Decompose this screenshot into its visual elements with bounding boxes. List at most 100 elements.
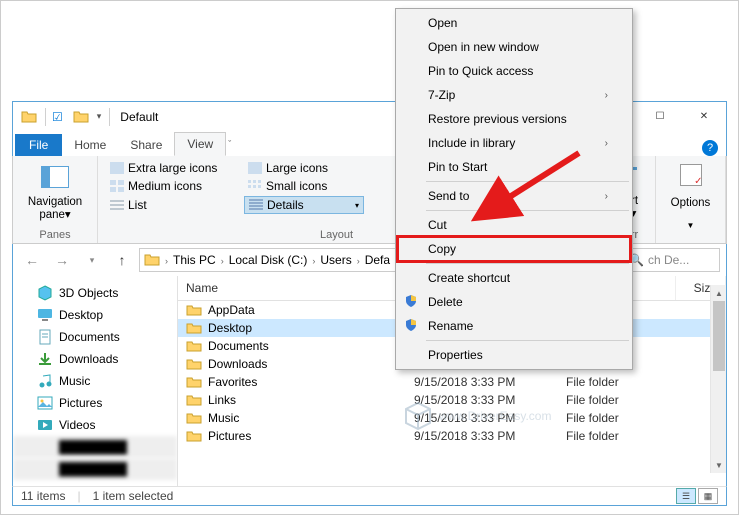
file-date: 9/15/2018 3:33 PM (414, 393, 566, 407)
navigation-pane-button[interactable]: Navigationpane▾ (28, 196, 82, 221)
forward-button[interactable]: → (49, 248, 75, 272)
menu-item-properties[interactable]: Properties (398, 343, 630, 367)
status-bar: 11 items | 1 item selected ☰ ▦ (12, 486, 727, 506)
table-row[interactable]: Music9/15/2018 3:33 PMFile folder (178, 409, 726, 427)
selection-count: 1 item selected (93, 489, 174, 503)
scroll-up[interactable]: ▲ (711, 285, 727, 301)
file-type: File folder (566, 429, 676, 443)
ribbon-collapse[interactable]: ˇ (228, 139, 231, 149)
view-thumbnails-button[interactable]: ▦ (698, 488, 718, 504)
ribbon-options-group: Options ▼ (656, 156, 726, 243)
menu-item-include-in-library[interactable]: Include in library› (398, 131, 630, 155)
sidebar-item[interactable]: Music (13, 370, 177, 392)
layout-medium[interactable]: Medium icons (106, 178, 236, 194)
layout-extra-large[interactable]: Extra large icons (106, 160, 236, 176)
table-row[interactable]: Links9/15/2018 3:33 PMFile folder (178, 391, 726, 409)
folder-icon (144, 253, 160, 267)
sidebar-item[interactable]: Documents (13, 326, 177, 348)
tab-file[interactable]: File (15, 134, 62, 156)
layout-details[interactable]: Details▾ (244, 196, 364, 214)
layout-large[interactable]: Large icons (244, 160, 364, 176)
close-button[interactable]: ✕ (682, 103, 726, 131)
menu-item-create-shortcut[interactable]: Create shortcut (398, 266, 630, 290)
file-type: File folder (566, 375, 676, 389)
file-name: Pictures (208, 429, 251, 443)
options-icon[interactable] (680, 164, 702, 186)
document-icon (37, 329, 53, 345)
view-details-button[interactable]: ☰ (676, 488, 696, 504)
sidebar-item[interactable]: 3D Objects (13, 282, 177, 304)
help-icon[interactable]: ? (702, 140, 718, 156)
menu-item-label: Include in library (428, 136, 515, 150)
file-name: AppData (208, 303, 255, 317)
sidebar-item-blurred[interactable]: ████████ (13, 458, 177, 480)
file-date: 9/15/2018 3:33 PM (414, 411, 566, 425)
sidebar-item[interactable]: Pictures (13, 392, 177, 414)
options-button[interactable]: Options (664, 197, 717, 209)
group-label: Panes (39, 229, 70, 241)
crumb-disk[interactable]: Local Disk (C:) (229, 253, 308, 267)
chevron-right-icon: › (605, 191, 608, 202)
menu-item-label: Cut (428, 218, 447, 232)
tab-view[interactable]: View (174, 132, 226, 156)
scrollbar[interactable]: ▲ ▼ (710, 285, 726, 473)
scroll-thumb[interactable] (713, 301, 725, 371)
sidebar-item-label: Desktop (59, 308, 103, 322)
crumb-users[interactable]: Users (320, 253, 351, 267)
folder-icon (73, 109, 89, 125)
menu-item-label: Open in new window (428, 40, 539, 54)
col-name[interactable]: Name (178, 276, 414, 300)
music-icon (37, 373, 53, 389)
sidebar-item[interactable]: Videos (13, 414, 177, 436)
search-input[interactable]: 🔍 ch De... (624, 248, 720, 272)
menu-item-pin-to-quick-access[interactable]: Pin to Quick access (398, 59, 630, 83)
options-dropdown[interactable]: ▼ (664, 221, 717, 230)
menu-item-7-zip[interactable]: 7-Zip› (398, 83, 630, 107)
shield-icon (404, 318, 420, 334)
desktop-icon (37, 307, 53, 323)
recent-button[interactable]: ▾ (79, 248, 105, 272)
sidebar-item-label: Music (59, 374, 90, 388)
qat-overflow[interactable]: ▾ (93, 111, 106, 122)
menu-item-open[interactable]: Open (398, 11, 630, 35)
sidebar-item[interactable]: Desktop (13, 304, 177, 326)
sidebar-item-label: Pictures (59, 396, 102, 410)
menu-item-rename[interactable]: Rename (398, 314, 630, 338)
file-name: Downloads (208, 357, 267, 371)
table-row[interactable]: Pictures 9/15/2018 3:33 PMFile folder (178, 427, 726, 445)
back-button[interactable]: ← (19, 248, 45, 272)
table-row[interactable]: Favorites9/15/2018 3:33 PMFile folder (178, 373, 726, 391)
window-title: Default (120, 110, 158, 124)
menu-item-label: Create shortcut (428, 271, 510, 285)
menu-item-cut[interactable]: Cut (398, 213, 630, 237)
menu-item-open-in-new-window[interactable]: Open in new window (398, 35, 630, 59)
menu-item-label: Restore previous versions (428, 112, 567, 126)
menu-item-label: Pin to Quick access (428, 64, 533, 78)
menu-item-delete[interactable]: Delete (398, 290, 630, 314)
tab-home[interactable]: Home (62, 134, 118, 156)
file-name: Documents (208, 339, 269, 353)
sidebar-item[interactable]: Downloads (13, 348, 177, 370)
sidebar-item-blurred[interactable]: ████████ (13, 436, 177, 458)
navigation-pane-icon[interactable] (41, 166, 69, 188)
maximize-button[interactable]: ☐ (638, 103, 682, 131)
menu-item-pin-to-start[interactable]: Pin to Start (398, 155, 630, 179)
menu-item-send-to[interactable]: Send to› (398, 184, 630, 208)
folder-icon (186, 412, 202, 425)
scroll-down[interactable]: ▼ (711, 457, 727, 473)
folder-icon (186, 322, 202, 335)
layout-small[interactable]: Small icons (244, 178, 364, 194)
separator (45, 108, 46, 126)
file-date: 9/15/2018 3:33 PM (414, 429, 566, 443)
crumb-this-pc[interactable]: This PC (173, 253, 216, 267)
chevron-right-icon: › (605, 90, 608, 101)
up-button[interactable]: ↑ (109, 248, 135, 272)
menu-item-restore-previous-versions[interactable]: Restore previous versions (398, 107, 630, 131)
shield-icon (404, 294, 420, 310)
menu-item-label: Pin to Start (428, 160, 487, 174)
layout-list[interactable]: List (106, 196, 236, 214)
menu-item-copy[interactable]: Copy (398, 237, 630, 261)
folder-icon (186, 394, 202, 407)
tab-share[interactable]: Share (118, 134, 174, 156)
crumb-default[interactable]: Defa (365, 253, 390, 267)
